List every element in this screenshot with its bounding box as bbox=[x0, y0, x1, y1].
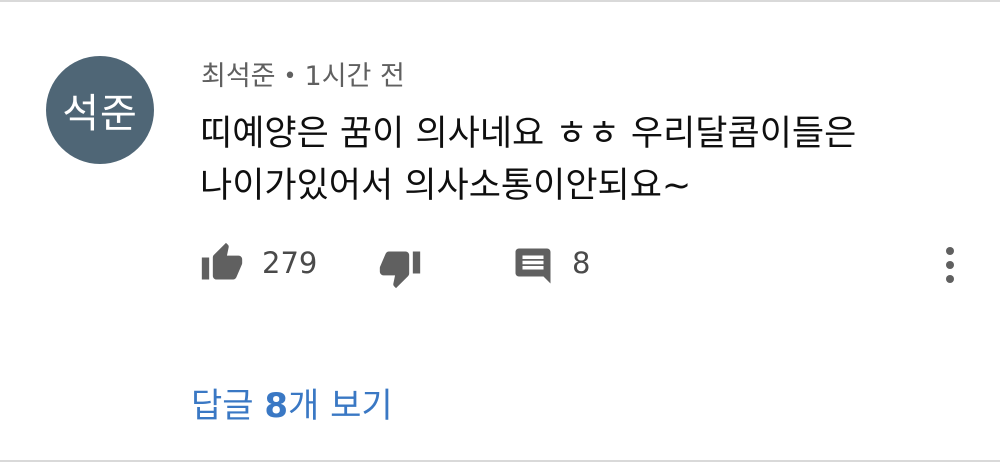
replies-prefix: 답글 bbox=[191, 386, 265, 426]
comment-text-line: 나이가있어서 의사소통이안되요~ bbox=[200, 166, 692, 206]
comment-time[interactable]: 1시간 전 bbox=[305, 61, 405, 92]
comment-icon bbox=[512, 239, 554, 287]
comment-text-line: 띠예양은 꿈이 의사네요 ㅎㅎ 우리달콤이들은 bbox=[200, 114, 857, 154]
dislike-button[interactable] bbox=[378, 236, 422, 290]
replies-suffix: 개 보기 bbox=[288, 386, 393, 426]
reply-count: 8 bbox=[572, 246, 591, 280]
more-options-button[interactable] bbox=[938, 238, 962, 288]
author-name[interactable]: 최석준 bbox=[201, 61, 276, 92]
reply-button[interactable]: 8 bbox=[512, 238, 590, 288]
view-replies-link[interactable]: 답글 8개 보기 bbox=[191, 378, 393, 427]
like-button[interactable]: 279 bbox=[200, 238, 317, 288]
thumbs-down-icon bbox=[378, 236, 422, 290]
like-count: 279 bbox=[262, 246, 318, 280]
avatar[interactable]: 석준 bbox=[46, 56, 154, 164]
more-vert-icon bbox=[938, 239, 962, 287]
comment-text: 띠예양은 꿈이 의사네요 ㅎㅎ 우리달콤이들은 나이가있어서 의사소통이안되요~ bbox=[200, 108, 960, 212]
avatar-text: 석준 bbox=[62, 91, 138, 137]
thumbs-up-icon bbox=[200, 241, 244, 285]
comment-item: 석준 최석준 • 1시간 전 띠예양은 꿈이 의사네요 ㅎㅎ 우리달콤이들은 나이가… bbox=[0, 0, 1000, 462]
replies-count: 8 bbox=[264, 386, 289, 426]
comment-actions: 279 8 bbox=[200, 236, 980, 290]
comment-meta: 최석준 • 1시간 전 bbox=[201, 54, 405, 93]
meta-separator: • bbox=[283, 64, 297, 89]
